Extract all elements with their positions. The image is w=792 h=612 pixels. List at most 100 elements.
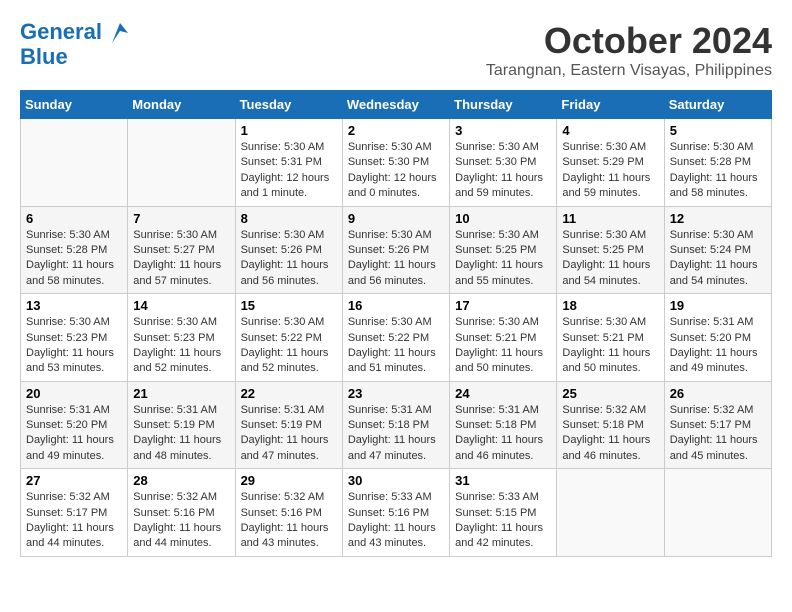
day-cell: 9 Sunrise: 5:30 AM Sunset: 5:26 PM Daylig…: [342, 206, 449, 294]
day-info: Sunrise: 5:30 AM Sunset: 5:21 PM Dayligh…: [455, 315, 551, 377]
day-number: 20: [26, 386, 122, 401]
day-info: Sunrise: 5:30 AM Sunset: 5:30 PM Dayligh…: [455, 140, 551, 202]
day-number: 3: [455, 123, 551, 138]
day-info: Sunrise: 5:32 AM Sunset: 5:17 PM Dayligh…: [26, 490, 122, 552]
day-info: Sunrise: 5:30 AM Sunset: 5:28 PM Dayligh…: [26, 228, 122, 290]
day-number: 27: [26, 473, 122, 488]
day-info: Sunrise: 5:31 AM Sunset: 5:20 PM Dayligh…: [670, 315, 766, 377]
col-header-sunday: Sunday: [21, 91, 128, 119]
day-cell: 1Sunrise: 5:30 AM Sunset: 5:31 PM Daylig…: [235, 119, 342, 207]
day-cell: 26Sunrise: 5:32 AM Sunset: 5:17 PM Dayli…: [664, 381, 771, 469]
day-number: 31: [455, 473, 551, 488]
day-number: 22: [241, 386, 337, 401]
col-header-wednesday: Wednesday: [342, 91, 449, 119]
day-number: 5: [670, 123, 766, 138]
calendar-table: SundayMondayTuesdayWednesdayThursdayFrid…: [20, 90, 772, 557]
day-info: Sunrise: 5:32 AM Sunset: 5:18 PM Dayligh…: [562, 403, 658, 465]
day-info: Sunrise: 5:30 AM Sunset: 5:26 PM Dayligh…: [241, 228, 337, 290]
logo-blue-text: Blue: [20, 45, 130, 69]
day-number: 12: [670, 211, 766, 226]
day-cell: 6 Sunrise: 5:30 AM Sunset: 5:28 PM Daylig…: [21, 206, 128, 294]
day-number: 17: [455, 298, 551, 313]
day-cell: 24 Sunrise: 5:31 AM Sunset: 5:18 PM Dayli…: [450, 381, 557, 469]
col-header-tuesday: Tuesday: [235, 91, 342, 119]
day-number: 25: [562, 386, 658, 401]
day-cell: 17 Sunrise: 5:30 AM Sunset: 5:21 PM Dayli…: [450, 294, 557, 382]
day-number: 16: [348, 298, 444, 313]
day-number: 18: [562, 298, 658, 313]
day-cell: 31 Sunrise: 5:33 AM Sunset: 5:15 PM Dayli…: [450, 469, 557, 557]
day-number: 23: [348, 386, 444, 401]
day-info: Sunrise: 5:30 AM Sunset: 5:25 PM Dayligh…: [455, 228, 551, 290]
day-number: 8: [241, 211, 337, 226]
week-row-3: 13Sunrise: 5:30 AM Sunset: 5:23 PM Dayli…: [21, 294, 772, 382]
day-cell: 15 Sunrise: 5:30 AM Sunset: 5:22 PM Dayli…: [235, 294, 342, 382]
day-info: Sunrise: 5:30 AM Sunset: 5:25 PM Dayligh…: [562, 228, 658, 290]
day-cell: 19 Sunrise: 5:31 AM Sunset: 5:20 PM Dayli…: [664, 294, 771, 382]
day-cell: 23Sunrise: 5:31 AM Sunset: 5:18 PM Dayli…: [342, 381, 449, 469]
day-info: Sunrise: 5:30 AM Sunset: 5:23 PM Dayligh…: [133, 315, 229, 377]
day-info: Sunrise: 5:30 AM Sunset: 5:31 PM Dayligh…: [241, 140, 337, 202]
week-row-2: 6 Sunrise: 5:30 AM Sunset: 5:28 PM Daylig…: [21, 206, 772, 294]
day-number: 4: [562, 123, 658, 138]
day-info: Sunrise: 5:30 AM Sunset: 5:27 PM Dayligh…: [133, 228, 229, 290]
day-cell: [664, 469, 771, 557]
day-info: Sunrise: 5:30 AM Sunset: 5:21 PM Dayligh…: [562, 315, 658, 377]
day-info: Sunrise: 5:32 AM Sunset: 5:16 PM Dayligh…: [241, 490, 337, 552]
day-number: 6: [26, 211, 122, 226]
day-cell: 28Sunrise: 5:32 AM Sunset: 5:16 PM Dayli…: [128, 469, 235, 557]
day-number: 21: [133, 386, 229, 401]
week-row-1: 1Sunrise: 5:30 AM Sunset: 5:31 PM Daylig…: [21, 119, 772, 207]
day-cell: [21, 119, 128, 207]
col-header-monday: Monday: [128, 91, 235, 119]
calendar-header-row: SundayMondayTuesdayWednesdayThursdayFrid…: [21, 91, 772, 119]
week-row-5: 27 Sunrise: 5:32 AM Sunset: 5:17 PM Dayli…: [21, 469, 772, 557]
month-title: October 2024: [486, 20, 772, 62]
week-row-4: 20 Sunrise: 5:31 AM Sunset: 5:20 PM Dayli…: [21, 381, 772, 469]
day-cell: 20 Sunrise: 5:31 AM Sunset: 5:20 PM Dayli…: [21, 381, 128, 469]
logo: General Blue: [20, 20, 130, 69]
day-info: Sunrise: 5:31 AM Sunset: 5:18 PM Dayligh…: [455, 403, 551, 465]
day-cell: 3 Sunrise: 5:30 AM Sunset: 5:30 PM Daylig…: [450, 119, 557, 207]
day-cell: 29 Sunrise: 5:32 AM Sunset: 5:16 PM Dayli…: [235, 469, 342, 557]
day-cell: 7 Sunrise: 5:30 AM Sunset: 5:27 PM Daylig…: [128, 206, 235, 294]
day-cell: 30 Sunrise: 5:33 AM Sunset: 5:16 PM Dayli…: [342, 469, 449, 557]
day-cell: 2 Sunrise: 5:30 AM Sunset: 5:30 PM Daylig…: [342, 119, 449, 207]
day-info: Sunrise: 5:30 AM Sunset: 5:26 PM Dayligh…: [348, 228, 444, 290]
day-info: Sunrise: 5:31 AM Sunset: 5:20 PM Dayligh…: [26, 403, 122, 465]
day-cell: [128, 119, 235, 207]
day-number: 7: [133, 211, 229, 226]
day-number: 15: [241, 298, 337, 313]
title-block: October 2024 Tarangnan, Eastern Visayas,…: [486, 20, 772, 80]
day-number: 29: [241, 473, 337, 488]
day-cell: 4 Sunrise: 5:30 AM Sunset: 5:29 PM Daylig…: [557, 119, 664, 207]
day-info: Sunrise: 5:31 AM Sunset: 5:19 PM Dayligh…: [133, 403, 229, 465]
day-info: Sunrise: 5:33 AM Sunset: 5:16 PM Dayligh…: [348, 490, 444, 552]
day-info: Sunrise: 5:31 AM Sunset: 5:19 PM Dayligh…: [241, 403, 337, 465]
day-info: Sunrise: 5:30 AM Sunset: 5:22 PM Dayligh…: [241, 315, 337, 377]
location-title: Tarangnan, Eastern Visayas, Philippines: [486, 62, 772, 80]
day-number: 9: [348, 211, 444, 226]
day-number: 11: [562, 211, 658, 226]
day-number: 19: [670, 298, 766, 313]
day-info: Sunrise: 5:30 AM Sunset: 5:30 PM Dayligh…: [348, 140, 444, 202]
day-cell: 25 Sunrise: 5:32 AM Sunset: 5:18 PM Dayli…: [557, 381, 664, 469]
page-header: General Blue October 2024 Tarangnan, Eas…: [20, 20, 772, 80]
day-number: 30: [348, 473, 444, 488]
day-number: 26: [670, 386, 766, 401]
col-header-friday: Friday: [557, 91, 664, 119]
day-cell: 22 Sunrise: 5:31 AM Sunset: 5:19 PM Dayli…: [235, 381, 342, 469]
day-cell: [557, 469, 664, 557]
day-cell: 14Sunrise: 5:30 AM Sunset: 5:23 PM Dayli…: [128, 294, 235, 382]
day-number: 24: [455, 386, 551, 401]
day-cell: 21 Sunrise: 5:31 AM Sunset: 5:19 PM Dayli…: [128, 381, 235, 469]
day-cell: 13Sunrise: 5:30 AM Sunset: 5:23 PM Dayli…: [21, 294, 128, 382]
day-number: 10: [455, 211, 551, 226]
day-number: 2: [348, 123, 444, 138]
day-info: Sunrise: 5:33 AM Sunset: 5:15 PM Dayligh…: [455, 490, 551, 552]
day-cell: 5 Sunrise: 5:30 AM Sunset: 5:28 PM Daylig…: [664, 119, 771, 207]
day-info: Sunrise: 5:30 AM Sunset: 5:22 PM Dayligh…: [348, 315, 444, 377]
day-info: Sunrise: 5:30 AM Sunset: 5:28 PM Dayligh…: [670, 140, 766, 202]
day-info: Sunrise: 5:30 AM Sunset: 5:29 PM Dayligh…: [562, 140, 658, 202]
day-info: Sunrise: 5:30 AM Sunset: 5:23 PM Dayligh…: [26, 315, 122, 377]
